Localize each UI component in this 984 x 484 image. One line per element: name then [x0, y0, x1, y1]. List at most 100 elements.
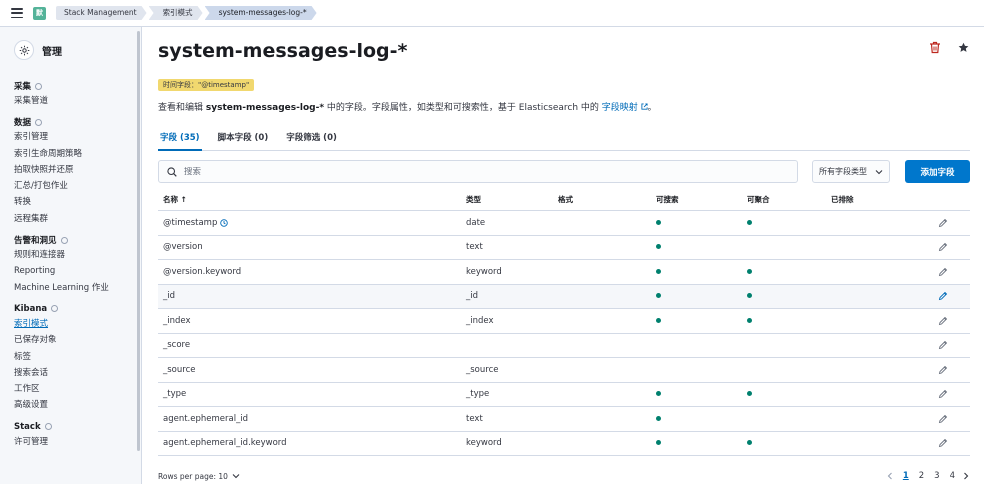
field-name: _type: [163, 389, 187, 400]
field-mapping-link[interactable]: 字段映射: [602, 103, 648, 113]
edit-action[interactable]: [922, 291, 970, 301]
add-field-button[interactable]: 添加字段: [905, 160, 970, 183]
sidebar-item[interactable]: 索引生命周期策略: [14, 146, 141, 162]
chevron-right-icon[interactable]: [962, 472, 970, 480]
column-type: 类型: [466, 195, 481, 204]
field-type-select-value: 所有字段类型: [819, 167, 867, 176]
column-name[interactable]: 名称 ↑: [158, 194, 466, 205]
edit-pencil-icon[interactable]: [938, 316, 948, 326]
sidebar-group-label: 采集: [14, 82, 32, 92]
sidebar-item[interactable]: 搜索会话: [14, 365, 141, 381]
timestamp-field-badge: 时间字段："@timestamp": [158, 79, 255, 91]
field-mapping-link-label[interactable]: 字段映射: [602, 103, 638, 113]
sidebar-item[interactable]: 规则和连接器: [14, 247, 141, 263]
sidebar-item[interactable]: 高级设置: [14, 397, 141, 413]
star-icon[interactable]: [958, 42, 969, 53]
searchable-dot-icon: [656, 244, 661, 250]
edit-pencil-icon[interactable]: [938, 365, 948, 375]
sidebar-item[interactable]: 采集管道: [14, 93, 141, 109]
sidebar-item[interactable]: 拍取快照并还原: [14, 162, 141, 178]
aggregatable-dot-icon: [747, 391, 752, 397]
breadcrumb-stack-management[interactable]: Stack Management: [56, 6, 147, 20]
page-description: 查看和编辑 system-messages-log-* 中的字段。字段属性，如类…: [158, 100, 657, 113]
field-type: keyword: [466, 438, 502, 449]
sidebar-item[interactable]: 工作区: [14, 381, 141, 397]
sidebar-group: 告警和洞见 规则和连接器 Reporting Machine Learning 作业: [0, 233, 141, 296]
column-format: 格式: [558, 195, 573, 204]
edit-action[interactable]: [922, 389, 970, 399]
sidebar-item[interactable]: 已保存对象: [14, 332, 141, 348]
search-input[interactable]: [184, 166, 784, 177]
breadcrumb: Stack Management 索引模式 system-messages-lo…: [56, 6, 319, 20]
edit-pencil-icon[interactable]: [938, 414, 948, 424]
page-1[interactable]: 1: [903, 471, 909, 481]
info-icon[interactable]: [44, 423, 52, 431]
page-3[interactable]: 3: [934, 471, 939, 481]
menu-icon[interactable]: [10, 6, 24, 20]
info-icon[interactable]: [35, 82, 43, 90]
edit-pencil-icon[interactable]: [938, 340, 948, 350]
info-icon[interactable]: [35, 118, 43, 126]
chevron-left-icon[interactable]: [886, 472, 894, 480]
chevron-down-icon: [875, 170, 883, 175]
page-2[interactable]: 2: [919, 471, 924, 481]
info-icon[interactable]: [60, 236, 68, 244]
table-row: @version text: [158, 236, 970, 260]
searchable-cell: [649, 267, 740, 277]
edit-pencil-icon[interactable]: [938, 267, 948, 277]
sidebar-item[interactable]: 索引模式: [14, 316, 141, 332]
edit-action[interactable]: [922, 438, 970, 448]
tab-scripted-fields[interactable]: 脚本字段 (0): [216, 132, 271, 151]
table-row: _source _source: [158, 358, 970, 383]
sidebar-item[interactable]: 标签: [14, 349, 141, 365]
sidebar-scrollbar[interactable]: [137, 31, 140, 451]
sidebar-item[interactable]: Reporting: [14, 263, 141, 279]
search-box[interactable]: [158, 160, 798, 183]
edit-action[interactable]: [922, 365, 970, 375]
desc-suffix: 。: [647, 103, 657, 113]
info-icon[interactable]: [51, 305, 59, 313]
edit-action[interactable]: [922, 340, 970, 350]
field-type: _id: [466, 291, 479, 302]
searchable-cell: [649, 242, 740, 252]
space-avatar[interactable]: 默: [33, 6, 46, 20]
external-link-icon: [641, 103, 648, 110]
field-type: _type: [466, 389, 490, 400]
sidebar-item[interactable]: Machine Learning 作业: [14, 280, 141, 296]
sidebar-item[interactable]: 索引管理: [14, 129, 141, 145]
field-name: @version: [163, 242, 203, 253]
edit-action[interactable]: [922, 414, 970, 424]
edit-action[interactable]: [922, 316, 970, 326]
edit-action[interactable]: [922, 242, 970, 252]
chevron-down-icon: [232, 474, 240, 479]
edit-pencil-icon[interactable]: [938, 438, 948, 448]
page-4[interactable]: 4: [950, 471, 955, 481]
edit-pencil-icon[interactable]: [938, 389, 948, 399]
tab-field-filters[interactable]: 字段筛选 (0): [284, 132, 339, 151]
table-footer: Rows per page: 10 1 2 3 4: [158, 470, 970, 482]
field-type-select[interactable]: 所有字段类型: [812, 160, 890, 183]
aggregatable-cell: [740, 267, 831, 277]
breadcrumb-current: system-messages-log-*: [205, 6, 317, 20]
field-name: @timestamp: [163, 217, 218, 228]
edit-pencil-icon[interactable]: [938, 218, 948, 228]
trash-icon[interactable]: [929, 41, 941, 54]
rows-per-page-select[interactable]: Rows per page: 10: [158, 472, 240, 481]
sidebar-item[interactable]: 汇总/打包作业: [14, 178, 141, 194]
edit-pencil-icon[interactable]: [938, 291, 948, 301]
sidebar-item[interactable]: 许可管理: [14, 434, 141, 450]
breadcrumb-index-patterns[interactable]: 索引模式: [149, 6, 203, 20]
main-content: system-messages-log-* 时间字段："@timestamp" …: [142, 27, 984, 484]
field-name-cell: _id: [158, 291, 466, 301]
search-icon: [167, 166, 177, 177]
column-aggregatable: 可聚合: [747, 195, 770, 204]
edit-action[interactable]: [922, 267, 970, 277]
edit-action[interactable]: [922, 218, 970, 228]
aggregatable-dot-icon: [747, 293, 752, 299]
edit-pencil-icon[interactable]: [938, 242, 948, 252]
tab-fields[interactable]: 字段 (35): [158, 132, 202, 151]
searchable-cell: [649, 438, 740, 448]
sidebar-item[interactable]: 远程集群: [14, 211, 141, 227]
sidebar-item[interactable]: 转换: [14, 194, 141, 210]
field-name-cell: @timestamp: [158, 218, 466, 228]
